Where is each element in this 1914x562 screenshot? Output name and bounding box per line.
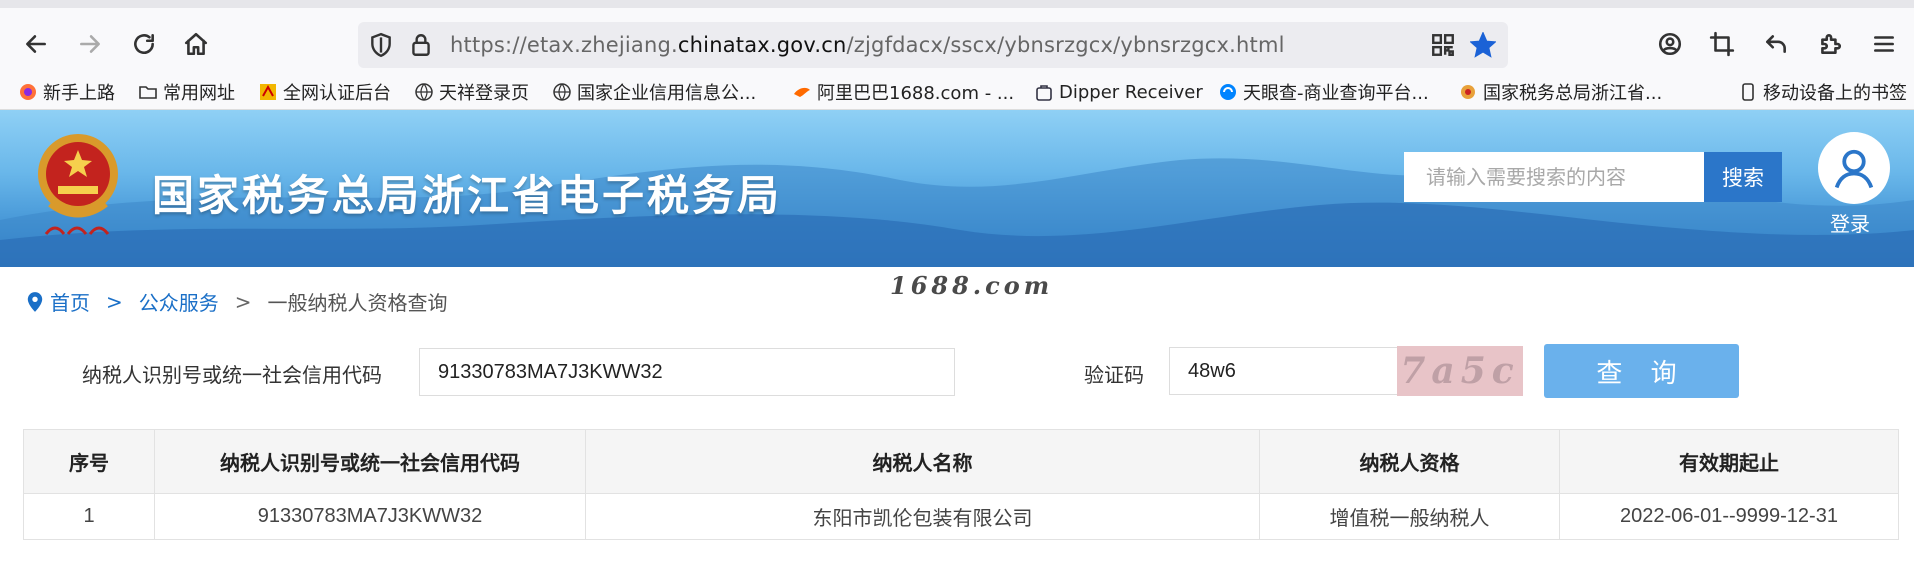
bookmark-item[interactable]: 国家税务总局浙江省...	[1458, 78, 1662, 106]
cell-validity: 2022-06-01--9999-12-31	[1559, 493, 1899, 540]
bookmark-star-icon[interactable]	[1469, 31, 1497, 58]
login-avatar[interactable]	[1818, 132, 1890, 204]
url-path: /zjgfdacx/sscx/ybnsrzgcx/ybnsrzgcx.html	[846, 33, 1285, 57]
bookmarks-bar: 新手上路 常用网址 全网认证后台 天祥登录页 国家企业信用信息公... 阿里巴巴…	[0, 74, 1914, 110]
breadcrumb: 首页 > 公众服务 > 一般纳税人资格查询	[26, 287, 448, 316]
column-header-qualification: 纳税人资格	[1259, 429, 1560, 494]
bookmark-item[interactable]: 新手上路	[18, 78, 115, 106]
tax-icon	[1458, 82, 1478, 102]
back-arrow-icon	[26, 35, 46, 53]
account-button[interactable]	[1652, 26, 1688, 62]
column-header-name: 纳税人名称	[585, 429, 1260, 494]
site-search-button[interactable]: 搜索	[1704, 152, 1782, 202]
bookmark-item[interactable]: 天祥登录页	[414, 78, 529, 106]
bag-icon	[1034, 82, 1054, 102]
alibaba-icon	[792, 82, 812, 102]
column-header-taxid: 纳税人识别号或统一社会信用代码	[154, 429, 586, 494]
globe-icon	[414, 82, 434, 102]
bookmark-item[interactable]: 常用网址	[138, 78, 235, 106]
location-pin-icon	[27, 291, 43, 312]
hamburger-icon	[1874, 36, 1894, 52]
back-button[interactable]	[18, 26, 54, 62]
mobile-icon	[1738, 82, 1758, 102]
column-header-index: 序号	[23, 429, 155, 494]
screenshot-button[interactable]	[1704, 26, 1740, 62]
lock-icon[interactable]	[408, 32, 434, 58]
cell-taxid: 91330783MA7J3KWW32	[154, 493, 586, 540]
bookmark-item[interactable]: 阿里巴巴1688.com - ...	[792, 78, 1014, 106]
site-icon	[258, 82, 278, 102]
url-text[interactable]: https://etax.zhejiang.chinatax.gov.cn/zj…	[450, 33, 1285, 57]
breadcrumb-separator: >	[234, 289, 252, 314]
site-header: 国家税务总局浙江省电子税务局 搜索 登录	[0, 110, 1914, 267]
account-icon	[1658, 32, 1682, 56]
bookmark-item[interactable]: 天眼查-商业查询平台...	[1218, 78, 1429, 106]
home-button[interactable]	[178, 26, 214, 62]
cell-index: 1	[23, 493, 155, 540]
address-bar[interactable]: https://etax.zhejiang.chinatax.gov.cn/zj…	[358, 22, 1508, 68]
home-icon	[184, 32, 208, 56]
site-search-input[interactable]	[1404, 152, 1704, 202]
user-icon	[1834, 149, 1874, 189]
qr-code-icon[interactable]	[1430, 32, 1456, 58]
query-button[interactable]: 查 询	[1544, 344, 1739, 398]
undo-icon	[1766, 35, 1786, 53]
site-title: 国家税务总局浙江省电子税务局	[152, 171, 783, 220]
watermark: 1688.com	[890, 271, 1054, 300]
main-content: 首页 > 公众服务 > 一般纳税人资格查询 1688.com 纳税人识别号或统一…	[0, 267, 1914, 562]
results-table: 序号 纳税人识别号或统一社会信用代码 纳税人名称 纳税人资格 有效期起止 1 9…	[23, 429, 1899, 540]
taxid-input[interactable]	[419, 348, 955, 396]
table-header-row: 序号 纳税人识别号或统一社会信用代码 纳税人名称 纳税人资格 有效期起止	[23, 429, 1899, 494]
reload-icon	[134, 34, 154, 55]
extensions-button[interactable]	[1812, 26, 1848, 62]
column-header-validity: 有效期起止	[1559, 429, 1899, 494]
undo-button[interactable]	[1758, 26, 1794, 62]
breadcrumb-home[interactable]: 首页	[50, 287, 90, 316]
url-domain: chinatax.gov.cn	[677, 33, 847, 57]
browser-toolbar: https://etax.zhejiang.chinatax.gov.cn/zj…	[0, 0, 1914, 74]
folder-icon	[138, 82, 158, 102]
bookmark-item[interactable]: 国家企业信用信息公...	[552, 78, 756, 106]
firefox-icon	[18, 82, 38, 102]
captcha-input[interactable]	[1169, 347, 1399, 395]
breadcrumb-current: 一般纳税人资格查询	[267, 291, 448, 315]
captcha-label: 验证码	[1084, 363, 1144, 387]
forward-arrow-icon	[80, 35, 100, 53]
bookmark-item[interactable]: Dipper Receiver	[1034, 78, 1203, 106]
taxid-label: 纳税人识别号或统一社会信用代码	[82, 363, 382, 387]
breadcrumb-separator: >	[106, 289, 123, 314]
cell-name: 东阳市凯伦包装有限公司	[585, 493, 1260, 540]
tianyancha-icon	[1218, 82, 1238, 102]
shield-icon[interactable]	[368, 32, 394, 58]
tax-emblem-icon	[38, 134, 118, 235]
url-prefix: https://etax.zhejiang.	[450, 33, 678, 57]
cell-qualification: 增值税一般纳税人	[1259, 493, 1560, 540]
login-link[interactable]: 登录	[1830, 208, 1870, 237]
globe-icon	[552, 82, 572, 102]
bookmark-item[interactable]: 全网认证后台	[258, 78, 391, 106]
reload-button[interactable]	[126, 26, 162, 62]
captcha-image[interactable]: 7a5c	[1397, 346, 1523, 396]
puzzle-icon	[1821, 34, 1842, 54]
forward-button[interactable]	[72, 26, 108, 62]
breadcrumb-public-service[interactable]: 公众服务	[139, 287, 219, 316]
bookmark-item[interactable]: 移动设备上的书签	[1738, 78, 1907, 106]
menu-button[interactable]	[1866, 26, 1902, 62]
table-row: 1 91330783MA7J3KWW32 东阳市凯伦包装有限公司 增值税一般纳税…	[23, 493, 1899, 540]
crop-icon	[1709, 31, 1735, 57]
